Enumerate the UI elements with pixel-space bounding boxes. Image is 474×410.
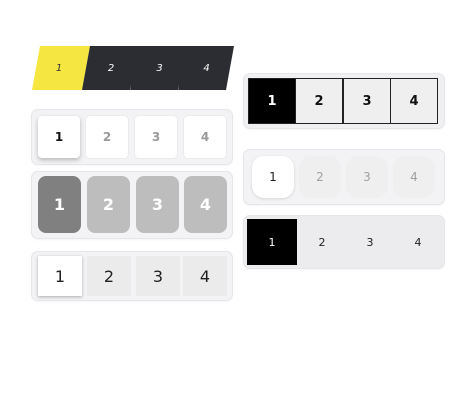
- rounded-soft-page-1[interactable]: 1: [252, 156, 294, 198]
- light-box-page-3[interactable]: 3: [136, 256, 180, 296]
- pagination-showcase: 1 2 3 4 1 2 3 4 1 2 3 4 1 2 3 4 1 2 3 4 …: [0, 0, 474, 410]
- light-box-page-1[interactable]: 1: [38, 256, 82, 296]
- rounded-soft-page-4[interactable]: 4: [393, 156, 435, 198]
- white-card-page-4[interactable]: 4: [184, 116, 226, 158]
- bordered-segment-page-1[interactable]: 1: [248, 78, 296, 124]
- rounded-soft-page-3[interactable]: 3: [346, 156, 388, 198]
- rounded-soft-pager: 1 2 3 4: [244, 150, 444, 204]
- light-box-page-2[interactable]: 2: [87, 256, 131, 296]
- white-card-page-1[interactable]: 1: [38, 116, 80, 158]
- bordered-segment-pager: 1 2 3 4: [244, 74, 444, 128]
- grey-tile-pager: 1 2 3 4: [32, 172, 232, 238]
- white-card-page-2[interactable]: 2: [86, 116, 128, 158]
- grey-tile-page-4[interactable]: 4: [184, 176, 227, 233]
- white-card-pager: 1 2 3 4: [32, 110, 232, 164]
- bordered-segment-page-3[interactable]: 3: [343, 78, 391, 124]
- grey-tile-page-1[interactable]: 1: [38, 176, 81, 233]
- slanted-tab-1[interactable]: 1: [32, 46, 90, 90]
- grey-tile-page-2[interactable]: 2: [87, 176, 130, 233]
- bordered-segment-page-4[interactable]: 4: [390, 78, 438, 124]
- flat-segment-pager: 1 2 3 4: [244, 216, 444, 268]
- light-box-pager: 1 2 3 4: [32, 252, 232, 300]
- grey-tile-page-3[interactable]: 3: [136, 176, 179, 233]
- light-box-page-4[interactable]: 4: [183, 256, 227, 296]
- bordered-segment-page-2[interactable]: 2: [295, 78, 343, 124]
- flat-segment-page-4[interactable]: 4: [393, 219, 443, 265]
- slanted-tab-4[interactable]: 4: [178, 46, 234, 90]
- rounded-soft-page-2[interactable]: 2: [299, 156, 341, 198]
- slanted-tab-pager: 1 2 3 4: [32, 46, 234, 90]
- flat-segment-page-2[interactable]: 2: [297, 219, 347, 265]
- white-card-page-3[interactable]: 3: [135, 116, 177, 158]
- flat-segment-page-3[interactable]: 3: [345, 219, 395, 265]
- flat-segment-page-1[interactable]: 1: [247, 219, 297, 265]
